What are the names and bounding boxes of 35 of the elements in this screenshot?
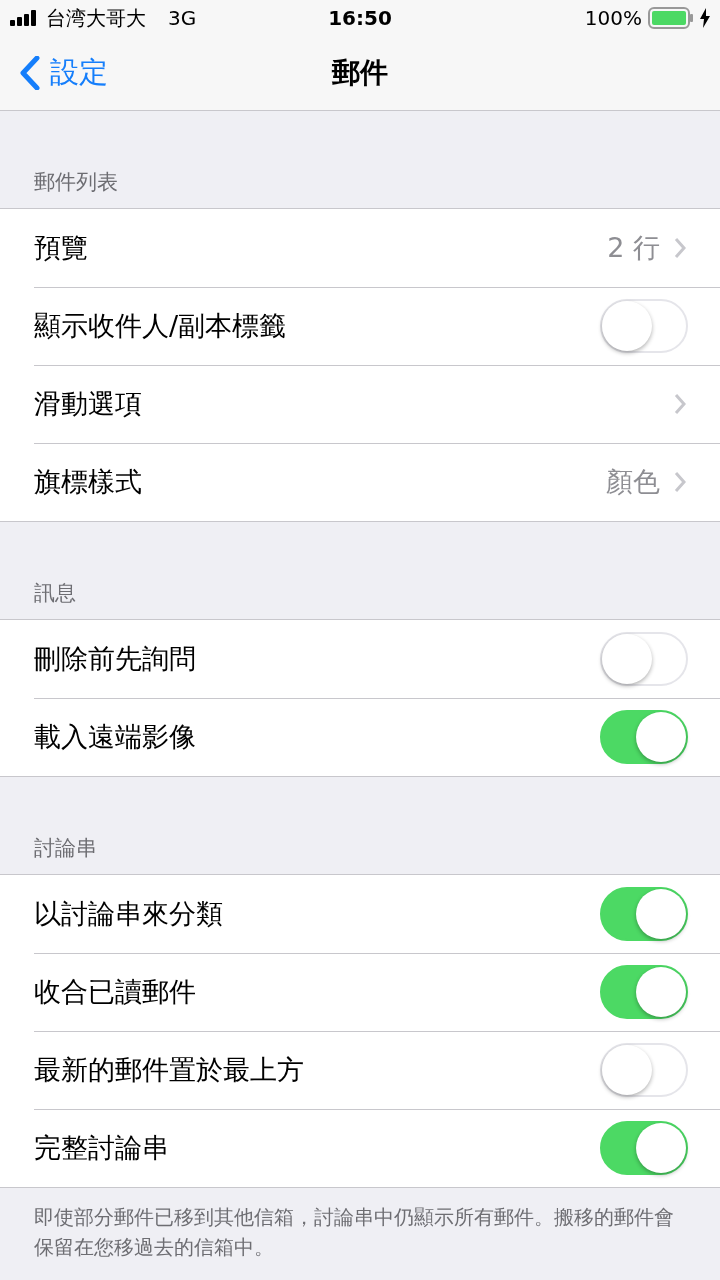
- battery-percent: 100%: [584, 6, 642, 30]
- nav-title: 郵件: [332, 56, 388, 89]
- network-type: 3G: [168, 6, 197, 30]
- section-header: 訊息: [34, 580, 76, 607]
- chevron-icon: [674, 393, 686, 415]
- section-header: 討論串: [34, 835, 97, 862]
- status-time: 16:50: [328, 6, 392, 30]
- row-label: 收合已讀郵件: [34, 975, 197, 1009]
- toggle-switch[interactable]: [600, 965, 688, 1019]
- toggle-switch[interactable]: [600, 1121, 688, 1175]
- row-label: 預覽: [34, 231, 89, 265]
- row-label: 載入遠端影像: [34, 720, 197, 754]
- row-value: 顏色: [606, 465, 660, 499]
- settings-row[interactable]: 滑動選項: [0, 365, 720, 443]
- row-label: 最新的郵件置於最上方: [34, 1053, 305, 1087]
- charging-icon: [700, 8, 710, 28]
- row-label: 以討論串來分類: [34, 897, 224, 931]
- chevron-icon: [674, 471, 686, 493]
- back-chevron-icon: [20, 56, 40, 90]
- toggle-switch[interactable]: [600, 887, 688, 941]
- back-button[interactable]: 設定: [0, 53, 108, 93]
- carrier-name: 台湾大哥大: [46, 4, 146, 32]
- row-label: 刪除前先詢問: [34, 642, 197, 676]
- footer-note: 即使部分郵件已移到其他信箱，討論串中仍顯示所有郵件。搬移的郵件會保留在您移過去的信箱中。: [33, 1204, 675, 1261]
- row-label: 旗標樣式: [34, 465, 143, 499]
- row-label: 顯示收件人/副本標籤: [34, 309, 288, 343]
- row-label: 完整討論串: [34, 1131, 170, 1165]
- settings-row[interactable]: 旗標樣式 顏色: [0, 443, 720, 521]
- settings-row[interactable]: 預覽 2 行: [0, 209, 720, 287]
- battery-icon: [648, 7, 694, 29]
- section-header: 郵件列表: [34, 169, 118, 196]
- row-label: 滑動選項: [34, 387, 143, 421]
- chevron-icon: [674, 237, 686, 259]
- row-value: 2 行: [607, 231, 660, 265]
- toggle-switch[interactable]: [600, 710, 688, 764]
